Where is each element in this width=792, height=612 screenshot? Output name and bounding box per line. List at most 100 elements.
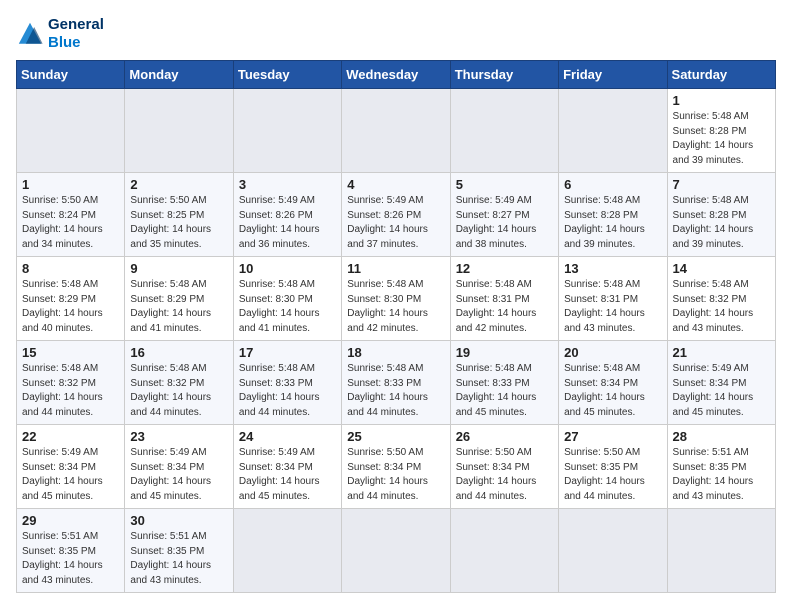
day-info: Sunrise: 5:48 AMSunset: 8:30 PMDaylight:… bbox=[239, 279, 320, 334]
day-number: 25 bbox=[347, 429, 444, 444]
day-number: 21 bbox=[673, 345, 770, 360]
calendar-day-header: Friday bbox=[559, 61, 667, 89]
day-number: 20 bbox=[564, 345, 661, 360]
calendar-cell bbox=[667, 509, 775, 593]
calendar-day-header: Thursday bbox=[450, 61, 558, 89]
calendar-cell: 30 Sunrise: 5:51 AMSunset: 8:35 PMDaylig… bbox=[125, 509, 233, 593]
calendar-cell: 3 Sunrise: 5:49 AMSunset: 8:26 PMDayligh… bbox=[233, 173, 341, 257]
calendar-cell: 18 Sunrise: 5:48 AMSunset: 8:33 PMDaylig… bbox=[342, 341, 450, 425]
calendar-day-header: Monday bbox=[125, 61, 233, 89]
day-number: 8 bbox=[22, 261, 119, 276]
day-number: 28 bbox=[673, 429, 770, 444]
day-info: Sunrise: 5:49 AMSunset: 8:34 PMDaylight:… bbox=[22, 447, 103, 502]
day-number: 16 bbox=[130, 345, 227, 360]
calendar-cell: 4 Sunrise: 5:49 AMSunset: 8:26 PMDayligh… bbox=[342, 173, 450, 257]
logo: General Blue bbox=[16, 16, 104, 52]
day-info: Sunrise: 5:48 AMSunset: 8:33 PMDaylight:… bbox=[347, 363, 428, 418]
day-number: 24 bbox=[239, 429, 336, 444]
calendar-cell: 25 Sunrise: 5:50 AMSunset: 8:34 PMDaylig… bbox=[342, 425, 450, 509]
calendar-cell bbox=[233, 509, 341, 593]
calendar-cell: 10 Sunrise: 5:48 AMSunset: 8:30 PMDaylig… bbox=[233, 257, 341, 341]
day-info: Sunrise: 5:48 AMSunset: 8:30 PMDaylight:… bbox=[347, 279, 428, 334]
day-info: Sunrise: 5:48 AMSunset: 8:34 PMDaylight:… bbox=[564, 363, 645, 418]
calendar-day-header: Sunday bbox=[17, 61, 125, 89]
calendar-cell bbox=[17, 89, 125, 173]
day-number: 2 bbox=[130, 177, 227, 192]
day-number: 11 bbox=[347, 261, 444, 276]
day-number: 1 bbox=[673, 93, 770, 108]
calendar-cell bbox=[342, 509, 450, 593]
calendar-cell: 21 Sunrise: 5:49 AMSunset: 8:34 PMDaylig… bbox=[667, 341, 775, 425]
day-info: Sunrise: 5:48 AMSunset: 8:31 PMDaylight:… bbox=[456, 279, 537, 334]
day-info: Sunrise: 5:49 AMSunset: 8:34 PMDaylight:… bbox=[673, 363, 754, 418]
day-number: 15 bbox=[22, 345, 119, 360]
logo-text: General Blue bbox=[48, 16, 104, 52]
day-info: Sunrise: 5:48 AMSunset: 8:32 PMDaylight:… bbox=[130, 363, 211, 418]
day-number: 6 bbox=[564, 177, 661, 192]
calendar-body: 1 Sunrise: 5:48 AMSunset: 8:28 PMDayligh… bbox=[17, 89, 776, 593]
calendar-cell: 16 Sunrise: 5:48 AMSunset: 8:32 PMDaylig… bbox=[125, 341, 233, 425]
calendar-week-row: 29 Sunrise: 5:51 AMSunset: 8:35 PMDaylig… bbox=[17, 509, 776, 593]
calendar-week-row: 22 Sunrise: 5:49 AMSunset: 8:34 PMDaylig… bbox=[17, 425, 776, 509]
day-number: 9 bbox=[130, 261, 227, 276]
calendar-cell: 26 Sunrise: 5:50 AMSunset: 8:34 PMDaylig… bbox=[450, 425, 558, 509]
calendar-day-header: Saturday bbox=[667, 61, 775, 89]
day-info: Sunrise: 5:50 AMSunset: 8:34 PMDaylight:… bbox=[347, 447, 428, 502]
calendar-cell: 22 Sunrise: 5:49 AMSunset: 8:34 PMDaylig… bbox=[17, 425, 125, 509]
calendar-cell bbox=[559, 89, 667, 173]
calendar-cell: 1 Sunrise: 5:48 AMSunset: 8:28 PMDayligh… bbox=[667, 89, 775, 173]
day-info: Sunrise: 5:49 AMSunset: 8:34 PMDaylight:… bbox=[130, 447, 211, 502]
calendar-cell: 8 Sunrise: 5:48 AMSunset: 8:29 PMDayligh… bbox=[17, 257, 125, 341]
calendar-cell: 29 Sunrise: 5:51 AMSunset: 8:35 PMDaylig… bbox=[17, 509, 125, 593]
day-info: Sunrise: 5:48 AMSunset: 8:31 PMDaylight:… bbox=[564, 279, 645, 334]
calendar-week-row: 1 Sunrise: 5:48 AMSunset: 8:28 PMDayligh… bbox=[17, 89, 776, 173]
calendar-cell: 24 Sunrise: 5:49 AMSunset: 8:34 PMDaylig… bbox=[233, 425, 341, 509]
day-info: Sunrise: 5:50 AMSunset: 8:24 PMDaylight:… bbox=[22, 195, 103, 250]
day-info: Sunrise: 5:48 AMSunset: 8:33 PMDaylight:… bbox=[239, 363, 320, 418]
calendar-cell: 5 Sunrise: 5:49 AMSunset: 8:27 PMDayligh… bbox=[450, 173, 558, 257]
day-info: Sunrise: 5:48 AMSunset: 8:28 PMDaylight:… bbox=[564, 195, 645, 250]
calendar-cell: 2 Sunrise: 5:50 AMSunset: 8:25 PMDayligh… bbox=[125, 173, 233, 257]
calendar-cell: 13 Sunrise: 5:48 AMSunset: 8:31 PMDaylig… bbox=[559, 257, 667, 341]
calendar-cell: 28 Sunrise: 5:51 AMSunset: 8:35 PMDaylig… bbox=[667, 425, 775, 509]
day-info: Sunrise: 5:48 AMSunset: 8:32 PMDaylight:… bbox=[673, 279, 754, 334]
calendar-cell: 9 Sunrise: 5:48 AMSunset: 8:29 PMDayligh… bbox=[125, 257, 233, 341]
day-info: Sunrise: 5:51 AMSunset: 8:35 PMDaylight:… bbox=[130, 531, 211, 586]
day-number: 17 bbox=[239, 345, 336, 360]
calendar-cell: 6 Sunrise: 5:48 AMSunset: 8:28 PMDayligh… bbox=[559, 173, 667, 257]
day-number: 1 bbox=[22, 177, 119, 192]
calendar-cell: 15 Sunrise: 5:48 AMSunset: 8:32 PMDaylig… bbox=[17, 341, 125, 425]
day-info: Sunrise: 5:49 AMSunset: 8:27 PMDaylight:… bbox=[456, 195, 537, 250]
day-number: 12 bbox=[456, 261, 553, 276]
calendar-cell: 11 Sunrise: 5:48 AMSunset: 8:30 PMDaylig… bbox=[342, 257, 450, 341]
day-number: 30 bbox=[130, 513, 227, 528]
day-info: Sunrise: 5:48 AMSunset: 8:29 PMDaylight:… bbox=[130, 279, 211, 334]
calendar-cell: 23 Sunrise: 5:49 AMSunset: 8:34 PMDaylig… bbox=[125, 425, 233, 509]
day-number: 13 bbox=[564, 261, 661, 276]
day-info: Sunrise: 5:48 AMSunset: 8:29 PMDaylight:… bbox=[22, 279, 103, 334]
calendar-cell bbox=[233, 89, 341, 173]
calendar-week-row: 8 Sunrise: 5:48 AMSunset: 8:29 PMDayligh… bbox=[17, 257, 776, 341]
calendar-cell bbox=[342, 89, 450, 173]
calendar-cell: 1 Sunrise: 5:50 AMSunset: 8:24 PMDayligh… bbox=[17, 173, 125, 257]
day-info: Sunrise: 5:48 AMSunset: 8:28 PMDaylight:… bbox=[673, 195, 754, 250]
day-number: 7 bbox=[673, 177, 770, 192]
day-info: Sunrise: 5:50 AMSunset: 8:25 PMDaylight:… bbox=[130, 195, 211, 250]
calendar-cell: 17 Sunrise: 5:48 AMSunset: 8:33 PMDaylig… bbox=[233, 341, 341, 425]
day-number: 27 bbox=[564, 429, 661, 444]
day-info: Sunrise: 5:50 AMSunset: 8:35 PMDaylight:… bbox=[564, 447, 645, 502]
calendar-cell: 27 Sunrise: 5:50 AMSunset: 8:35 PMDaylig… bbox=[559, 425, 667, 509]
calendar-day-header: Wednesday bbox=[342, 61, 450, 89]
calendar-cell: 7 Sunrise: 5:48 AMSunset: 8:28 PMDayligh… bbox=[667, 173, 775, 257]
day-info: Sunrise: 5:48 AMSunset: 8:33 PMDaylight:… bbox=[456, 363, 537, 418]
day-info: Sunrise: 5:50 AMSunset: 8:34 PMDaylight:… bbox=[456, 447, 537, 502]
day-number: 29 bbox=[22, 513, 119, 528]
day-info: Sunrise: 5:51 AMSunset: 8:35 PMDaylight:… bbox=[22, 531, 103, 586]
calendar-cell: 12 Sunrise: 5:48 AMSunset: 8:31 PMDaylig… bbox=[450, 257, 558, 341]
day-number: 10 bbox=[239, 261, 336, 276]
day-number: 14 bbox=[673, 261, 770, 276]
page-header: General Blue bbox=[16, 16, 776, 52]
day-info: Sunrise: 5:51 AMSunset: 8:35 PMDaylight:… bbox=[673, 447, 754, 502]
day-number: 5 bbox=[456, 177, 553, 192]
calendar-day-header: Tuesday bbox=[233, 61, 341, 89]
